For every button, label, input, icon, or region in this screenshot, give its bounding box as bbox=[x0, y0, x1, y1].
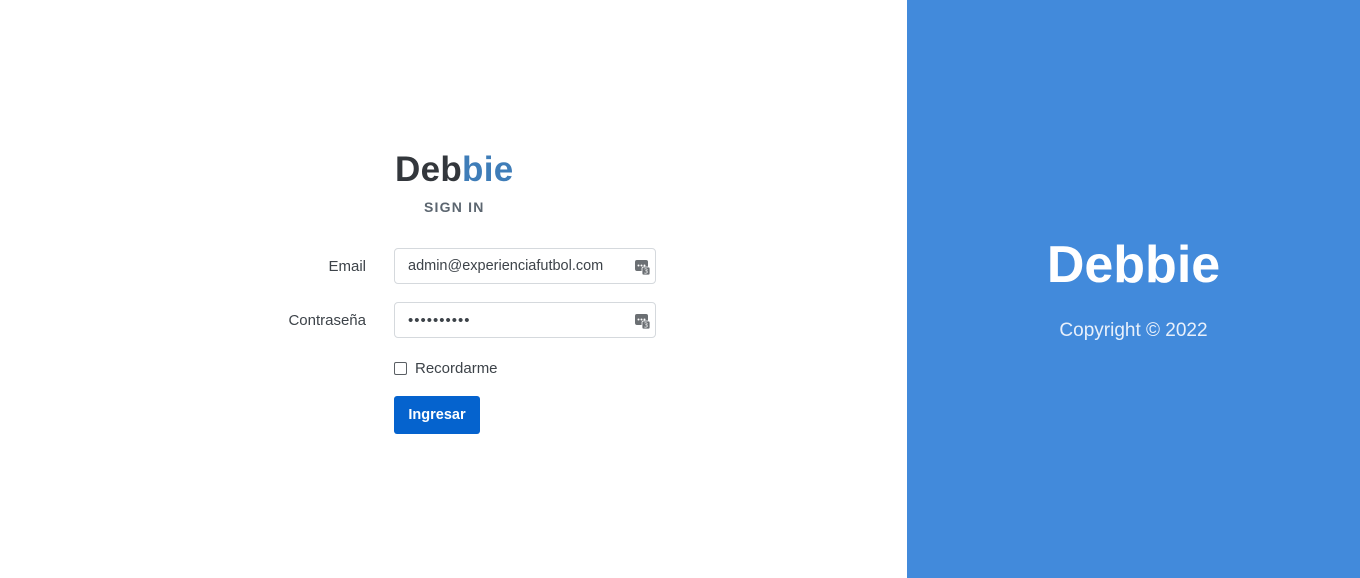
brand-panel: Debbie Copyright © 2022 bbox=[907, 0, 1360, 578]
password-label: Contraseña bbox=[288, 312, 366, 329]
password-field[interactable] bbox=[395, 303, 631, 337]
brand-title: Debbie bbox=[1046, 236, 1221, 294]
svg-text:3: 3 bbox=[644, 322, 648, 330]
logo-part-dark: Deb bbox=[395, 150, 463, 189]
app-logo: Debbie bbox=[395, 148, 514, 192]
password-manager-icon[interactable]: 3 bbox=[635, 258, 651, 276]
login-panel: Debbie SIGN IN Email 3 Contraseña bbox=[0, 0, 907, 578]
copyright-text: Copyright © 2022 bbox=[1059, 320, 1208, 341]
email-field-container: 3 bbox=[394, 248, 656, 284]
logo-part-blue: bie bbox=[462, 150, 514, 189]
remember-me-checkbox[interactable] bbox=[394, 361, 407, 375]
remember-me-label[interactable]: Recordarme bbox=[415, 360, 498, 377]
email-label: Email bbox=[328, 258, 366, 275]
login-page: Debbie SIGN IN Email 3 Contraseña bbox=[0, 0, 1360, 578]
remember-me-row: Recordarme bbox=[394, 358, 498, 378]
submit-button[interactable]: Ingresar bbox=[394, 396, 480, 434]
svg-text:3: 3 bbox=[644, 268, 648, 276]
sign-in-heading: SIGN IN bbox=[424, 199, 485, 215]
email-field[interactable] bbox=[395, 249, 631, 283]
password-manager-icon[interactable]: 3 bbox=[635, 312, 651, 330]
password-field-container: 3 bbox=[394, 302, 656, 338]
